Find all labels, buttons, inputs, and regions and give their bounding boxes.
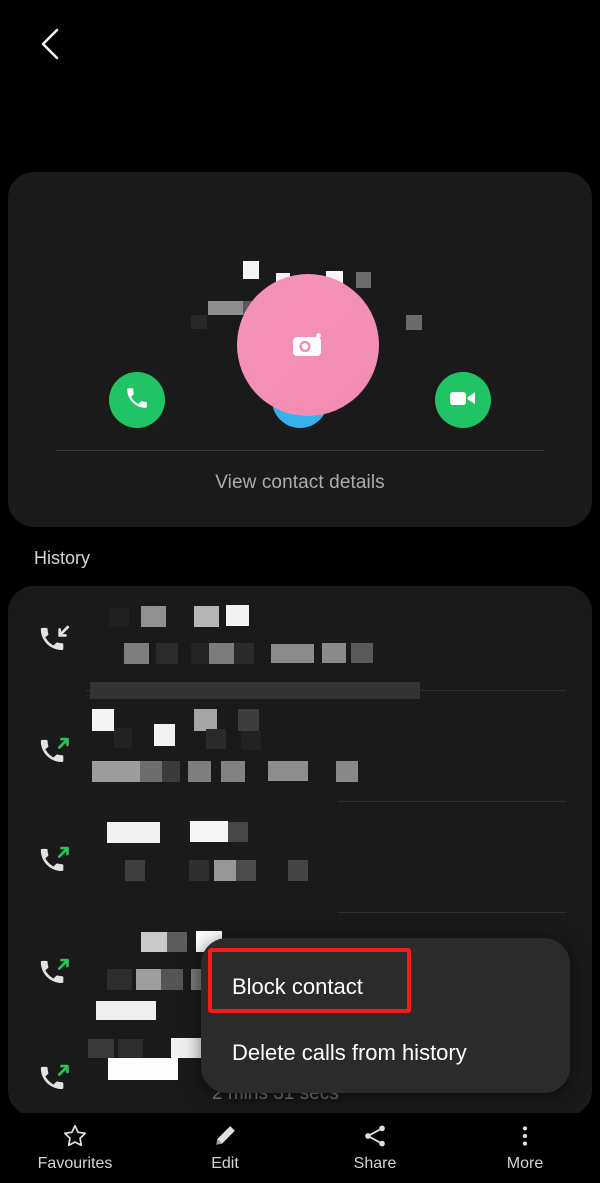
context-menu: Block contact Delete calls from history bbox=[201, 938, 570, 1093]
call-button[interactable] bbox=[109, 372, 165, 428]
phone-icon bbox=[124, 385, 150, 416]
star-icon bbox=[62, 1123, 88, 1149]
history-row[interactable] bbox=[8, 809, 592, 919]
history-row-content bbox=[86, 809, 582, 919]
nav-item-edit[interactable]: Edit bbox=[150, 1123, 300, 1173]
contact-card: View contact details bbox=[8, 172, 592, 527]
nav-label-edit: Edit bbox=[211, 1155, 239, 1172]
card-divider bbox=[56, 450, 544, 451]
view-contact-details-link[interactable]: View contact details bbox=[8, 472, 592, 494]
history-row-content bbox=[86, 696, 582, 809]
camera-icon bbox=[290, 331, 326, 359]
history-row[interactable] bbox=[8, 586, 592, 699]
video-icon bbox=[449, 387, 477, 414]
phone-contact-screen: View contact details History 2 mins 31 s… bbox=[0, 0, 600, 1183]
outgoing-call-icon bbox=[38, 1059, 72, 1093]
top-bar bbox=[0, 0, 600, 86]
back-button[interactable] bbox=[22, 16, 78, 72]
history-row[interactable] bbox=[8, 696, 592, 809]
pencil-icon bbox=[212, 1123, 238, 1149]
outgoing-call-icon bbox=[38, 841, 72, 875]
nav-label-share: Share bbox=[353, 1155, 397, 1172]
avatar[interactable] bbox=[237, 274, 379, 416]
outgoing-call-icon bbox=[38, 732, 72, 766]
kebab-menu-icon bbox=[512, 1123, 538, 1149]
video-call-button[interactable] bbox=[435, 372, 491, 428]
incoming-call-icon bbox=[38, 620, 72, 654]
chevron-left-icon bbox=[38, 26, 62, 62]
history-section-label: History bbox=[34, 548, 91, 568]
bottom-navigation-bar: Favourites Edit Share More bbox=[0, 1113, 600, 1183]
menu-item-block-contact[interactable]: Block contact bbox=[201, 958, 570, 1016]
history-row-content bbox=[86, 586, 582, 696]
outgoing-call-icon bbox=[38, 953, 72, 987]
nav-label-more: More bbox=[506, 1155, 544, 1172]
nav-item-favourites[interactable]: Favourites bbox=[0, 1123, 150, 1173]
menu-item-delete-calls[interactable]: Delete calls from history bbox=[201, 1024, 570, 1082]
share-icon bbox=[362, 1123, 388, 1149]
nav-item-share[interactable]: Share bbox=[300, 1123, 450, 1173]
nav-item-more[interactable]: More bbox=[450, 1123, 600, 1173]
nav-label-favourites: Favourites bbox=[37, 1155, 113, 1172]
